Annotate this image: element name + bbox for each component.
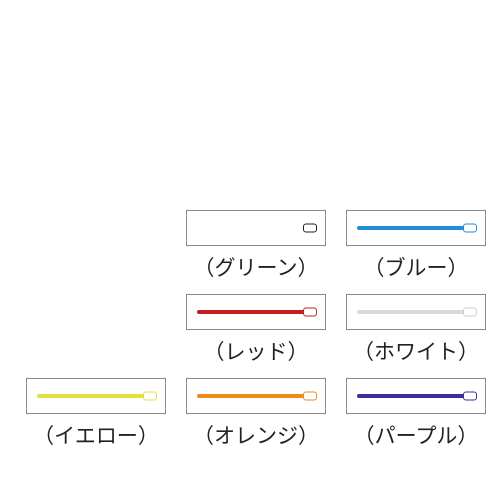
swatch-label: （グリーン） [194,252,319,282]
swatch-cell-blue: （ブルー） [346,210,486,282]
swatch-row: （イエロー） （オレンジ） （パープル） [26,378,486,450]
swatch-cell-white: （ホワイト） [346,294,486,366]
swatch-row: （グリーン） （ブルー） [186,210,486,282]
handle-icon [357,226,476,230]
swatch-row: （レッド） （ホワイト） [186,294,486,366]
swatch-cell-yellow: （イエロー） [26,378,166,450]
swatch-box [186,378,326,414]
handle-icon [37,394,156,398]
handle-icon [357,310,476,314]
swatch-label: （ホワイト） [353,336,479,366]
swatch-cell-purple: （パープル） [346,378,486,450]
swatch-label: （パープル） [354,420,479,450]
swatch-box [346,378,486,414]
swatch-label: （オレンジ） [193,420,319,450]
handle-icon [197,226,316,230]
handle-icon [197,310,316,314]
handle-icon [357,394,476,398]
swatch-box [186,294,326,330]
color-swatch-grid: （グリーン） （ブルー） （レッド） （ホワイト） （イエロ [26,210,486,450]
swatch-cell-orange: （オレンジ） [186,378,326,450]
swatch-label: （ブルー） [364,252,469,282]
swatch-box [186,210,326,246]
swatch-box [346,210,486,246]
swatch-label: （レッド） [204,336,309,366]
swatch-box [26,378,166,414]
swatch-label: （イエロー） [33,420,159,450]
swatch-cell-green: （グリーン） [186,210,326,282]
swatch-box [346,294,486,330]
handle-icon [197,394,316,398]
swatch-cell-red: （レッド） [186,294,326,366]
